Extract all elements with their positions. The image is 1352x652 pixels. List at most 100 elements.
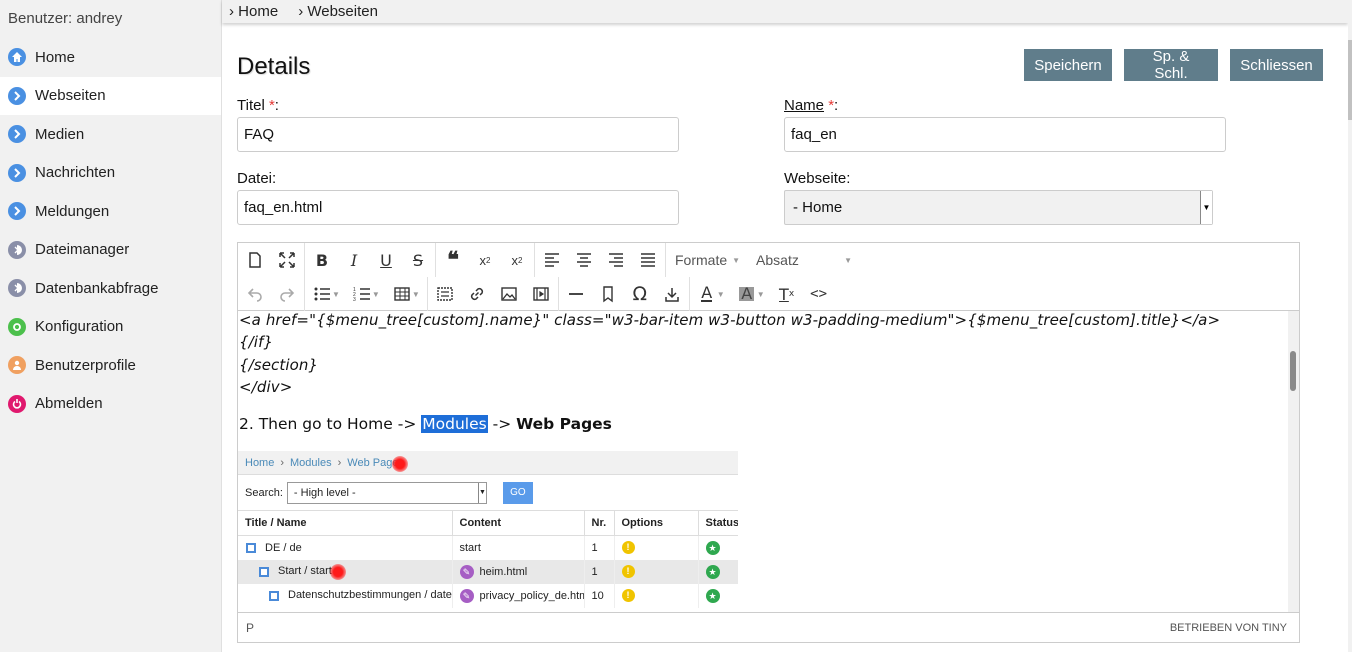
chevron-right-icon [8, 202, 26, 221]
special-char-icon[interactable]: Ω [624, 279, 656, 309]
align-justify-icon[interactable] [632, 245, 664, 275]
redo-icon[interactable] [271, 279, 303, 309]
sidebar-item-webseiten[interactable]: Webseiten [0, 76, 221, 115]
sidebar-item-meldungen[interactable]: Meldungen [0, 192, 221, 231]
current-user-label: Benutzer: andrey [8, 10, 123, 27]
sidebar-item-benutzerprofile[interactable]: Benutzerprofile [0, 346, 221, 385]
edit-pen-icon: ✎ [459, 564, 474, 579]
editor-toolbar: B I U S ❝ x2 x2 Formate ▼ Absatz ▼ ▼ 1 2… [238, 243, 1299, 311]
editor-content[interactable]: <a href="{$menu_tree[custom].name}" clas… [238, 311, 1288, 612]
blockquote-icon[interactable]: ❝ [437, 245, 469, 275]
bold-icon[interactable]: B [306, 245, 338, 275]
select-all-icon[interactable] [429, 279, 461, 309]
code-line: {/if} [239, 333, 274, 351]
background-color-icon[interactable]: A [731, 279, 763, 309]
bookmark-icon[interactable] [592, 279, 624, 309]
toolbar-separator [665, 243, 666, 277]
chevron-right-icon [8, 86, 26, 105]
image-icon[interactable] [493, 279, 525, 309]
save-button[interactable]: Speichern [1024, 49, 1112, 81]
link-icon[interactable] [461, 279, 493, 309]
title-input[interactable]: FAQ [237, 117, 679, 152]
status-ok-icon: ★ [705, 540, 720, 555]
sidebar-item-konfiguration[interactable]: Konfiguration [0, 308, 221, 347]
toolbar-separator [534, 243, 535, 277]
undo-icon[interactable] [239, 279, 271, 309]
powered-by-label[interactable]: BETRIEBEN VON TINY [1170, 622, 1287, 634]
subscript-icon[interactable]: x2 [469, 245, 501, 275]
dropdown-arrow-icon: ▼ [477, 482, 486, 503]
sidebar-item-nachrichten[interactable]: Nachrichten [0, 154, 221, 193]
breadcrumb-home[interactable]: › Home [229, 3, 278, 20]
website-select[interactable]: - Home ▼ [784, 190, 1213, 225]
fullscreen-icon[interactable] [271, 245, 303, 275]
page-title: Details [237, 53, 311, 80]
toolbar-separator [557, 277, 559, 311]
embedded-crumb-sep: › [280, 456, 285, 469]
title-label-colon: : [274, 97, 279, 114]
embedded-cell: privacy_policy_de.html [479, 589, 584, 602]
element-path[interactable]: P [246, 621, 254, 635]
table-icon[interactable] [386, 279, 418, 309]
chevron-right-icon [8, 125, 26, 144]
sidebar-item-medien[interactable]: Medien [0, 115, 221, 154]
dropdown-arrow-icon[interactable]: ▼ [1200, 191, 1212, 224]
page-icon [259, 566, 269, 577]
page-scrollbar-thumb[interactable] [1348, 40, 1352, 120]
underline-icon[interactable]: U [370, 245, 402, 275]
sidebar-item-label: Abmelden [35, 395, 103, 413]
horizontal-line-icon[interactable] [560, 279, 592, 309]
rich-text-editor: B I U S ❝ x2 x2 Formate ▼ Absatz ▼ ▼ 1 2… [237, 242, 1300, 643]
block-format-label: Absatz [756, 252, 799, 268]
name-input[interactable]: faq_en [784, 117, 1226, 152]
source-code-icon[interactable]: <> [803, 279, 835, 309]
text-color-icon[interactable]: A [691, 279, 723, 309]
sidebar-item-home[interactable]: Home [0, 38, 221, 77]
embedded-table-row: Datenschutzbestimmungen / datenschutzbes… [238, 583, 738, 608]
media-icon[interactable] [525, 279, 557, 309]
save-close-button[interactable]: Sp. & Schl. [1124, 48, 1218, 82]
editor-scrollbar-thumb[interactable] [1290, 351, 1296, 391]
bullet-list-icon[interactable] [306, 279, 338, 309]
embedded-table: Title / Name Content Nr. Options Status … [238, 510, 738, 608]
embedded-cell: Datenschutzbestimmungen / datenschutzbes… [288, 589, 452, 602]
sidebar-item-dateimanager[interactable]: Dateimanager [0, 231, 221, 270]
strikethrough-icon[interactable]: S [402, 245, 434, 275]
sidebar-item-abmelden[interactable]: Abmelden [0, 385, 221, 424]
selected-text: Modules [421, 415, 488, 433]
numbered-list-icon[interactable]: 123 [346, 279, 378, 309]
sidebar-item-label: Webseiten [35, 87, 106, 105]
embedded-screenshot[interactable]: Home › Modules › Web Pages Search: - Hig… [238, 451, 738, 612]
embedded-cell: 1 [591, 541, 598, 554]
insert-icon[interactable] [656, 279, 688, 309]
embedded-table-row: Start / start ✎ heim.html 1 ! ★ [238, 559, 738, 584]
sidebar-item-datenbankabfrage[interactable]: Datenbankabfrage [0, 269, 221, 308]
align-right-icon[interactable] [600, 245, 632, 275]
editor-scrollbar[interactable] [1288, 311, 1299, 612]
embedded-cell: 10 [591, 589, 604, 602]
file-input[interactable]: faq_en.html [237, 190, 679, 225]
italic-icon[interactable]: I [338, 245, 370, 275]
align-center-icon[interactable] [568, 245, 600, 275]
sidebar-item-label: Datenbankabfrage [35, 279, 159, 297]
new-document-icon[interactable] [239, 245, 271, 275]
sidebar-item-label: Home [35, 48, 76, 66]
page-icon [246, 542, 256, 553]
code-line: <a href="{$menu_tree[custom].name}" clas… [239, 311, 1221, 329]
breadcrumb-webseiten[interactable]: › Webseiten [298, 3, 378, 20]
page-scrollbar[interactable] [1348, 0, 1352, 652]
code-line: </div> [239, 378, 293, 396]
name-label: Name *: [784, 97, 838, 114]
clear-formatting-icon[interactable]: Tx [771, 279, 803, 309]
sidebar-item-label: Benutzerprofile [35, 356, 136, 374]
name-label-colon: : [834, 97, 839, 114]
formats-dropdown[interactable]: Formate ▼ [667, 245, 748, 275]
align-left-icon[interactable] [536, 245, 568, 275]
close-button[interactable]: Schliessen [1230, 49, 1323, 81]
superscript-icon[interactable]: x2 [501, 245, 533, 275]
block-format-dropdown[interactable]: Absatz ▼ [748, 245, 860, 275]
toolbar-separator [304, 277, 305, 311]
sidebar-item-label: Medien [35, 125, 85, 143]
sidebar-item-label: Nachrichten [35, 164, 116, 182]
embedded-col-header: Options [614, 510, 699, 536]
